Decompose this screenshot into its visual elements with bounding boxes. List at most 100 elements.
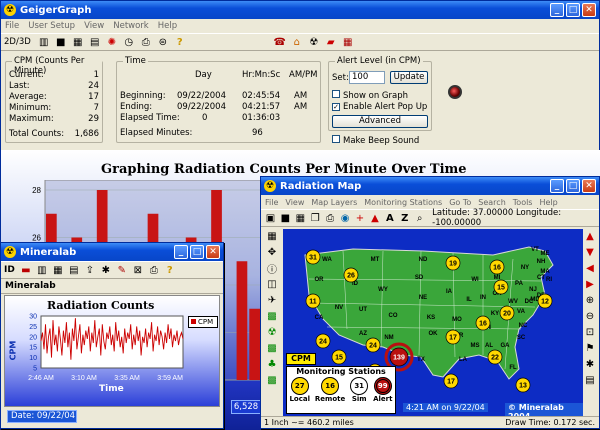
stations-legend-item-alert[interactable]: 99 Alert [373, 377, 392, 403]
status-value-box: 6,528 [231, 400, 261, 414]
select-tool-icon[interactable]: ▦ [265, 229, 279, 243]
chart-icon[interactable]: ▥ [35, 263, 49, 277]
grid-icon[interactable]: ▦ [51, 263, 65, 277]
stations-legend-item-sim[interactable]: 31 Sim [350, 377, 369, 403]
menu-view[interactable]: View [84, 21, 104, 31]
save-icon[interactable]: ■ [279, 211, 292, 225]
nuclear-icon[interactable]: ☢ [307, 35, 321, 49]
airplane-icon[interactable]: ✈ [265, 293, 279, 307]
menu-user-setup[interactable]: User Setup [28, 21, 75, 31]
alert-level-input[interactable]: 100 [349, 71, 385, 84]
fill-icon[interactable]: ▲ [368, 211, 381, 225]
export-icon[interactable]: ⇪ [83, 263, 97, 277]
arrow-right-icon[interactable]: ▶ [583, 277, 597, 291]
filter-icon[interactable]: ⊠ [131, 263, 145, 277]
radmap-menu-monitoring-stations[interactable]: Monitoring Stations [364, 198, 442, 207]
help-icon[interactable]: ? [173, 35, 187, 49]
station-marker-value: 16 [479, 321, 487, 328]
table-icon[interactable]: ▤ [67, 263, 81, 277]
minimize-button[interactable]: _ [550, 3, 564, 17]
grid-icon[interactable]: ▦ [294, 211, 307, 225]
radmap-menu-map-layers[interactable]: Map Layers [311, 198, 357, 207]
arrow-left-icon[interactable]: ◀ [583, 261, 597, 275]
us-map-icon[interactable]: ▰ [324, 35, 338, 49]
maximize-button[interactable]: □ [566, 179, 580, 193]
us-map[interactable]: WAMTNDMNWIMINYMEVTNHMACTRINJPAOHINILIASD… [283, 229, 583, 417]
search-icon[interactable]: ⌕ [413, 211, 426, 225]
tree-layer-icon[interactable]: ♣ [265, 357, 279, 371]
draw-icon[interactable]: ✎ [115, 263, 129, 277]
maximize-button[interactable]: □ [190, 245, 204, 259]
grid-icon[interactable]: ▦ [71, 35, 85, 49]
radiation-layer-icon[interactable]: ☢ [265, 325, 279, 339]
print-icon[interactable]: ⎙ [324, 211, 337, 225]
radmap-menu-view[interactable]: View [285, 198, 304, 207]
map-layer-icon[interactable]: ▩ [265, 341, 279, 355]
print-icon[interactable]: ⎙ [147, 263, 161, 277]
copy-icon[interactable]: ❐ [309, 211, 322, 225]
layers-icon[interactable]: ▤ [583, 373, 597, 387]
menu-network[interactable]: Network [113, 21, 149, 31]
print-icon[interactable]: ⎙ [139, 35, 153, 49]
settings-icon[interactable]: ✱ [99, 263, 113, 277]
radmap-menu-tools[interactable]: Tools [513, 198, 533, 207]
close-button[interactable]: ✕ [582, 3, 596, 17]
radmap-menu-help[interactable]: Help [539, 198, 557, 207]
mineralab-titlebar[interactable]: ☢ Mineralab _ □ ✕ [1, 243, 223, 261]
radiation-map-titlebar[interactable]: ☢ Radiation Map _ □ ✕ [261, 177, 599, 195]
radmap-menu-search[interactable]: Search [478, 198, 505, 207]
globe-icon[interactable]: ◉ [339, 211, 352, 225]
open-icon[interactable]: ▣ [264, 211, 277, 225]
car-icon[interactable]: ▬ [19, 263, 33, 277]
settings-icon[interactable]: ✺ [105, 35, 119, 49]
table-icon[interactable]: ▤ [88, 35, 102, 49]
save-icon[interactable]: ■ [54, 35, 68, 49]
close-button[interactable]: ✕ [206, 245, 220, 259]
stations-legend-item-local[interactable]: 27 Local [289, 377, 310, 403]
zoom-box-icon[interactable]: ⊡ [583, 325, 597, 339]
zoom-in-icon[interactable]: ⊕ [583, 293, 597, 307]
show-on-graph-checkbox[interactable]: Show on Graph [332, 90, 408, 101]
layer-icon[interactable]: ▩ [265, 309, 279, 323]
update-button[interactable]: Update [390, 71, 428, 84]
station-marker-value: 31 [309, 255, 317, 262]
help-icon[interactable]: ? [163, 263, 177, 277]
menu-file[interactable]: File [5, 21, 19, 31]
house-icon[interactable]: ⌂ [290, 35, 304, 49]
crosshair-icon[interactable]: + [354, 211, 367, 225]
close-button[interactable]: ✕ [582, 179, 596, 193]
id-button[interactable]: ID [4, 265, 15, 275]
graph-title: Graphing Radiation Counts Per Minute Ove… [101, 162, 467, 177]
building-icon[interactable]: ▦ [341, 35, 355, 49]
sort-za-icon[interactable]: Z [398, 211, 411, 225]
zoom-out-icon[interactable]: ⊖ [583, 309, 597, 323]
network-icon[interactable]: ⊜ [156, 35, 170, 49]
arrow-down-icon[interactable]: ▼ [583, 245, 597, 259]
minimize-button[interactable]: _ [550, 179, 564, 193]
radmap-menu-file[interactable]: File [265, 198, 278, 207]
arrow-up-icon[interactable]: ▲ [583, 229, 597, 243]
maximize-button[interactable]: □ [566, 3, 580, 17]
time-group: Time Day Hr:Mn:Sc AM/PM Beginning: 09/22… [116, 56, 321, 143]
image-layer-icon[interactable]: ▩ [265, 373, 279, 387]
station-marker-value: 26 [347, 273, 355, 280]
move-tool-icon[interactable]: ✥ [265, 245, 279, 259]
radmap-menu-go-to[interactable]: Go To [449, 198, 471, 207]
info-tool-icon[interactable]: ⓘ [265, 261, 279, 276]
phone-icon[interactable]: ☎ [273, 35, 287, 49]
enable-alert-popup-checkbox[interactable]: ✓ Enable Alert Pop Up [332, 102, 427, 112]
clock-icon[interactable]: ◷ [122, 35, 136, 49]
toggle-2d3d-button[interactable]: 2D/3D [4, 37, 31, 47]
geigergraph-titlebar[interactable]: ☢ GeigerGraph _ □ ✕ [1, 1, 599, 19]
flag-icon[interactable]: ⚑ [583, 341, 597, 355]
stations-legend-item-remote[interactable]: 16 Remote [315, 377, 345, 403]
zoom-tool-icon[interactable]: ◫ [265, 277, 279, 291]
chart-icon[interactable]: ▥ [37, 35, 51, 49]
beep-sound-checkbox[interactable]: Make Beep Sound [332, 135, 419, 146]
advanced-button[interactable]: Advanced [332, 115, 428, 128]
state-label-mt: MT [371, 257, 380, 263]
minimize-button[interactable]: _ [174, 245, 188, 259]
menu-help[interactable]: Help [158, 21, 177, 31]
sort-az-icon[interactable]: A [383, 211, 396, 225]
pin-icon[interactable]: ✱ [583, 357, 597, 371]
